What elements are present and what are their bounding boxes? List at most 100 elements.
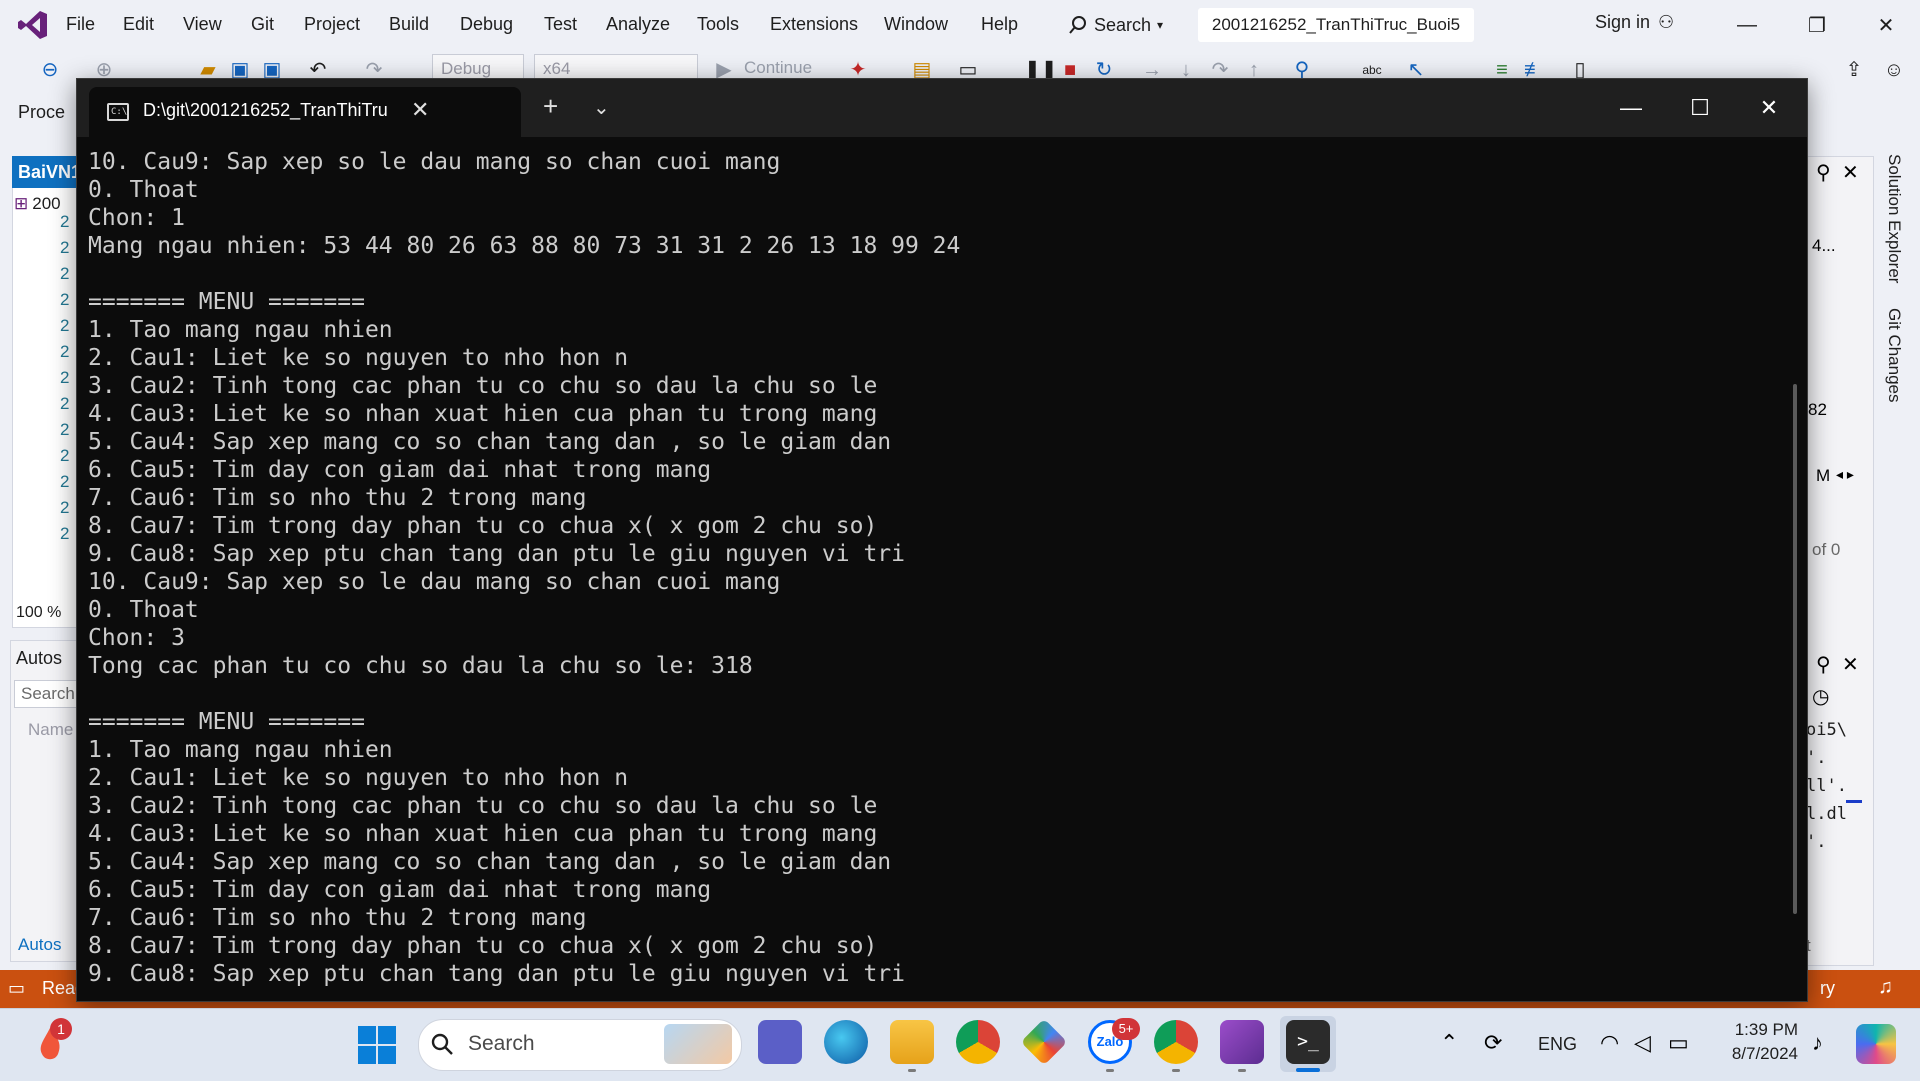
zoom-level[interactable]: 100 % (12, 604, 82, 628)
history-icon[interactable]: ◷ (1812, 684, 1829, 709)
terminal-line: 9. Cau8: Sap xep ptu chan tang dan ptu l… (88, 541, 905, 567)
menu-test[interactable]: Test (544, 14, 577, 35)
output-line: '. (1806, 832, 1827, 852)
taskbar-search-label: Search (468, 1032, 535, 1055)
panel-close-icon[interactable]: ✕ (1842, 160, 1859, 185)
menu-extensions[interactable]: Extensions (770, 14, 858, 35)
vs-menubar: File Edit View Git Project Build Debug T… (0, 0, 1920, 50)
autos-title: Autos (16, 648, 63, 668)
line-number: 2 (60, 420, 70, 439)
terminal-line: 6. Cau5: Tim day con giam dai nhat trong… (88, 877, 712, 903)
share-icon[interactable]: ⇪ (1842, 58, 1866, 82)
clock-date[interactable]: 8/7/2024 (1712, 1044, 1798, 1064)
close-tab-icon[interactable]: ✕ (411, 97, 429, 123)
terminal-line: Chon: 3 (88, 625, 185, 651)
edge-icon[interactable] (824, 1020, 868, 1064)
terminal-output[interactable]: 10. Cau9: Sap xep so le dau mang so chan… (88, 148, 1778, 988)
line-number: 2 (60, 472, 70, 491)
terminal-line: ======= MENU ======= (88, 289, 365, 315)
right-fragment-2: 82 (1808, 400, 1827, 419)
pin-icon[interactable]: ⚲ (1816, 160, 1831, 185)
chevron-up-icon[interactable]: ⌃ (1440, 1030, 1458, 1056)
signin-button[interactable]: Sign in ⚇ (1595, 12, 1674, 33)
project-dropdown[interactable]: ⊞ 200 (14, 194, 61, 214)
menu-git[interactable]: Git (251, 14, 274, 35)
vs-restore-button[interactable]: ❐ (1797, 10, 1837, 40)
terminal-line: 8. Cau7: Tim trong day phan tu co chua x… (88, 513, 878, 539)
terminal-line: 2. Cau1: Liet ke so nguyen to nho hon n (88, 765, 629, 791)
output-line: '. (1806, 748, 1827, 768)
vs-minimize-button[interactable]: — (1727, 10, 1767, 40)
pin-icon-2[interactable]: ⚲ (1816, 652, 1831, 677)
menu-window[interactable]: Window (884, 14, 948, 35)
notification-bell-icon[interactable]: ♪ (1812, 1030, 1823, 1056)
clock-time[interactable]: 1:39 PM (1724, 1020, 1798, 1040)
terminal-close-button[interactable]: ✕ (1749, 93, 1789, 123)
copilot-notification-icon[interactable]: 1 (32, 1018, 72, 1064)
battery-icon[interactable]: ▭ (1668, 1030, 1689, 1056)
wifi-icon[interactable]: ◠ (1600, 1030, 1619, 1056)
terminal-tab[interactable]: C:\ D:\git\2001216252_TranThiTru ✕ (89, 87, 521, 137)
menu-debug[interactable]: Debug (460, 14, 513, 35)
autos-search-input[interactable]: Search (14, 680, 78, 708)
terminal-line: ======= MENU ======= (88, 709, 365, 735)
menu-analyze[interactable]: Analyze (606, 14, 670, 35)
status-comment-icon: ▭ (8, 978, 26, 998)
chrome-profile-icon[interactable] (1154, 1020, 1198, 1064)
terminal-line: 3. Cau2: Tinh tong cac phan tu co chu so… (88, 373, 878, 399)
menu-project[interactable]: Project (304, 14, 360, 35)
terminal-icon[interactable]: >_ (1286, 1020, 1330, 1064)
teams-icon[interactable] (758, 1020, 802, 1064)
terminal-scrollbar[interactable] (1793, 384, 1797, 914)
right-fragment-1: 4... (1812, 236, 1836, 255)
active-indicator (1296, 1068, 1320, 1072)
back-icon[interactable]: ⊖ (38, 58, 62, 82)
autos-name-column: Name (28, 720, 74, 739)
panel-close-icon-2[interactable]: ✕ (1842, 652, 1859, 677)
terminal-minimize-button[interactable]: — (1611, 93, 1651, 123)
new-tab-icon[interactable]: + (543, 93, 558, 119)
vs-search-box[interactable]: Search ▾ (1068, 10, 1163, 40)
terminal-maximize-button[interactable]: ☐ (1680, 93, 1720, 123)
chrome-icon[interactable] (956, 1020, 1000, 1064)
language-indicator[interactable]: ENG (1538, 1034, 1577, 1055)
continue-label[interactable]: Continue (744, 58, 812, 78)
output-line: ll'. (1806, 776, 1847, 796)
line-number: 2 (60, 342, 70, 361)
vs-close-button[interactable]: ✕ (1866, 10, 1906, 40)
terminal-titlebar: C:\ D:\git\2001216252_TranThiTru ✕ + ⌄ —… (77, 79, 1807, 137)
menu-help[interactable]: Help (981, 14, 1018, 35)
editor-tab[interactable]: BaiVN1 (12, 156, 81, 188)
scroll-marker (1846, 800, 1862, 803)
line-number: 2 (60, 238, 70, 257)
visual-studio-logo-icon[interactable] (16, 8, 50, 42)
tab-git-changes[interactable]: Git Changes (1884, 308, 1904, 403)
terminal-line: 0. Thoat (88, 177, 199, 203)
chevron-down-icon[interactable]: ⌄ (593, 95, 610, 120)
copilot-icon[interactable] (1856, 1024, 1896, 1064)
visual-studio-icon[interactable] (1220, 1020, 1264, 1064)
signin-label: Sign in (1595, 12, 1651, 32)
menu-view[interactable]: View (183, 14, 222, 35)
tab-solution-explorer[interactable]: Solution Explorer (1884, 154, 1904, 283)
terminal-line: 4. Cau3: Liet ke so nhan xuat hien cua p… (88, 821, 878, 847)
terminal-line: 8. Cau7: Tim trong day phan tu co chua x… (88, 933, 878, 959)
line-number: 2 (60, 212, 70, 231)
running-indicator (908, 1069, 916, 1072)
file-explorer-icon[interactable] (890, 1020, 934, 1064)
menu-build[interactable]: Build (389, 14, 429, 35)
notifications-icon[interactable]: ♫ (1878, 976, 1893, 999)
menu-tools[interactable]: Tools (697, 14, 739, 35)
status-right-text[interactable]: ry (1820, 978, 1835, 999)
menu-file[interactable]: File (66, 14, 95, 35)
menu-edit[interactable]: Edit (123, 14, 154, 35)
nav-arrows-icon[interactable]: ◂ ▸ (1836, 466, 1854, 483)
sync-icon[interactable]: ⟳ (1484, 1030, 1502, 1056)
volume-muted-icon[interactable]: ◁ (1634, 1030, 1651, 1056)
feedback-icon[interactable]: ☺ (1882, 58, 1906, 82)
autos-tab[interactable]: Autos (18, 935, 61, 955)
windows-start-icon[interactable] (358, 1026, 396, 1064)
terminal-line: 10. Cau9: Sap xep so le dau mang so chan… (88, 569, 781, 595)
terminal-line: 1. Tao mang ngau nhien (88, 317, 393, 343)
